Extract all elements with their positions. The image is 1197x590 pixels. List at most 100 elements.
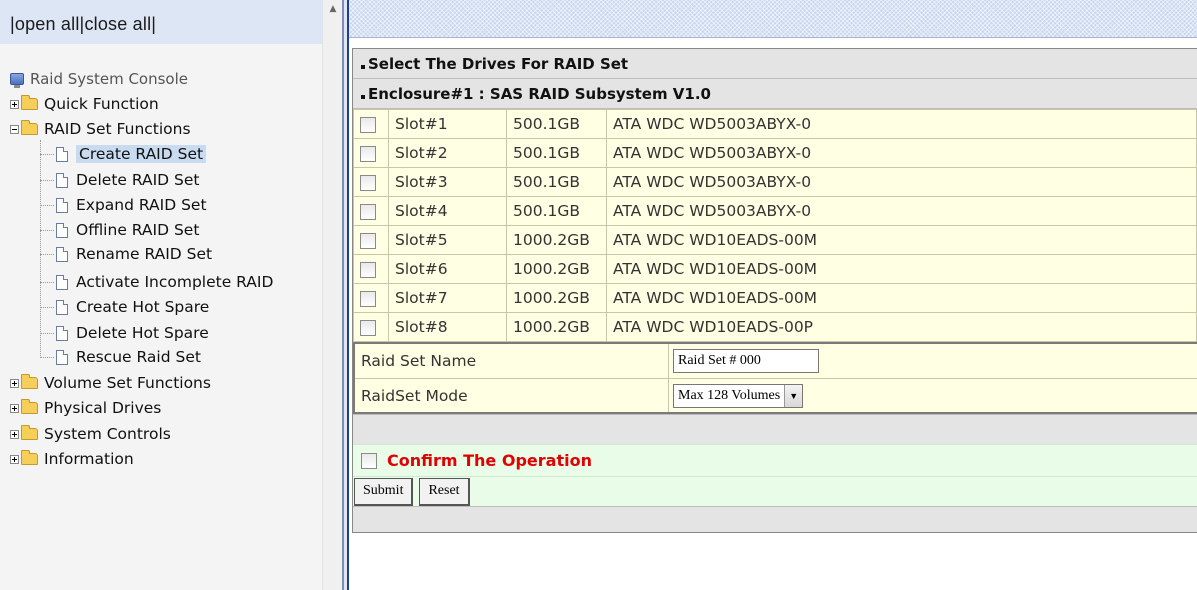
navigation-pane: |open all|close all| Raid System Console… — [0, 0, 322, 590]
content-header-bar — [349, 0, 1197, 38]
nav-scrollbar[interactable]: ▲ — [322, 0, 342, 590]
table-row: Slot#2 500.1GB ATA WDC WD5003ABYX-0 — [353, 138, 1197, 168]
drive-checkbox-cell — [353, 254, 389, 284]
tree-item-activate-incomplete-raid[interactable]: Activate Incomplete RAID — [40, 271, 273, 293]
drive-checkbox-cell — [353, 109, 389, 139]
capacity-cell: 1000.2GB — [506, 254, 607, 284]
tree-item-label: System Controls — [44, 425, 171, 443]
document-icon — [56, 172, 68, 188]
frame-divider[interactable] — [342, 0, 349, 590]
tree-item-information[interactable]: Information — [10, 448, 134, 470]
raid-set-name-cell — [669, 344, 1197, 378]
folder-icon — [21, 425, 38, 440]
drive-checkbox[interactable] — [360, 174, 376, 191]
tree-connector — [40, 281, 54, 283]
folder-icon — [21, 399, 38, 414]
raidset-mode-label: RaidSet Mode — [355, 379, 669, 412]
raidset-mode-row: RaidSet Mode Max 128 Volumes ▼ — [355, 378, 1197, 412]
tree-item-delete-raid-set[interactable]: Delete RAID Set — [40, 169, 200, 191]
drive-checkbox[interactable] — [360, 319, 376, 336]
model-cell: ATA WDC WD10EADS-00M — [606, 254, 1197, 284]
bullet-icon — [361, 64, 365, 69]
drive-checkbox[interactable] — [360, 232, 376, 249]
tree-item-rename-raid-set[interactable]: Rename RAID Set — [40, 243, 212, 265]
tree-item-label: Physical Drives — [44, 399, 162, 417]
slot-cell: Slot#7 — [388, 283, 507, 313]
tree-item-physical-drives[interactable]: Physical Drives — [10, 397, 161, 419]
drive-checkbox[interactable] — [360, 203, 376, 220]
raid-set-name-row: Raid Set Name — [355, 344, 1197, 378]
tree-item-raid-set-functions[interactable]: RAID Set Functions — [10, 118, 191, 140]
tree-expand-icon[interactable] — [10, 99, 19, 109]
document-icon — [56, 299, 68, 315]
tree-item-create-raid-set[interactable]: Create RAID Set — [40, 143, 207, 165]
computer-icon — [10, 73, 24, 88]
slot-cell: Slot#6 — [388, 254, 507, 284]
reset-button[interactable]: Reset — [419, 477, 470, 506]
tree-item-label: Information — [44, 450, 134, 468]
tree-root[interactable]: Raid System Console — [10, 68, 188, 90]
drive-checkbox[interactable] — [360, 261, 376, 278]
tree-connector — [40, 179, 54, 181]
folder-icon — [21, 95, 38, 110]
open-all-link[interactable]: open all — [15, 14, 80, 34]
raidset-mode-value: Max 128 Volumes — [678, 387, 781, 403]
tree-expand-icon[interactable] — [10, 403, 19, 413]
document-icon — [56, 274, 68, 290]
confirm-checkbox[interactable] — [361, 452, 377, 469]
drive-checkbox-cell — [353, 225, 389, 255]
table-row: Slot#7 1000.2GB ATA WDC WD10EADS-00M — [353, 283, 1197, 313]
tree-item-expand-raid-set[interactable]: Expand RAID Set — [40, 194, 207, 216]
confirm-label: Confirm The Operation — [387, 451, 592, 470]
content-pane: Select The Drives For RAID Set Enclosure… — [349, 0, 1197, 590]
tree-item-system-controls[interactable]: System Controls — [10, 423, 171, 445]
tree-expand-icon[interactable] — [10, 378, 19, 388]
tree-item-label: Rename RAID Set — [76, 245, 213, 263]
tree-connector — [40, 306, 54, 308]
tree-item-volume-set-functions[interactable]: Volume Set Functions — [10, 372, 211, 394]
tree-item-quick-function[interactable]: Quick Function — [10, 93, 159, 115]
tree-connector — [40, 332, 54, 334]
tree-item-rescue-raid-set[interactable]: Rescue Raid Set — [40, 346, 201, 368]
tree-item-offline-raid-set[interactable]: Offline RAID Set — [40, 219, 199, 241]
close-all-link[interactable]: close all — [84, 14, 151, 34]
table-row: Slot#8 1000.2GB ATA WDC WD10EADS-00P — [353, 312, 1197, 342]
tree-item-label: Create RAID Set — [76, 145, 207, 163]
tree-connector — [40, 153, 54, 155]
slot-cell: Slot#3 — [388, 167, 507, 197]
document-icon — [56, 146, 68, 162]
drive-checkbox-cell — [353, 138, 389, 168]
drive-checkbox[interactable] — [360, 290, 376, 307]
slot-cell: Slot#4 — [388, 196, 507, 226]
raidset-mode-select[interactable]: Max 128 Volumes ▼ — [673, 383, 804, 408]
submit-button[interactable]: Submit — [354, 477, 414, 506]
tree-connector — [40, 253, 54, 255]
raid-set-name-input[interactable] — [673, 349, 819, 373]
tree-item-delete-hot-spare[interactable]: Delete Hot Spare — [40, 322, 209, 344]
table-row: Slot#1 500.1GB ATA WDC WD5003ABYX-0 — [353, 109, 1197, 139]
folder-icon — [21, 450, 38, 465]
capacity-cell: 1000.2GB — [506, 225, 607, 255]
drive-checkbox-cell — [353, 312, 389, 342]
model-cell: ATA WDC WD5003ABYX-0 — [606, 109, 1197, 139]
button-row: Submit Reset — [353, 476, 1197, 506]
tree-root-label: Raid System Console — [30, 70, 188, 88]
tree-collapse-icon[interactable] — [10, 124, 19, 134]
document-icon — [56, 325, 68, 341]
table-row: Slot#5 1000.2GB ATA WDC WD10EADS-00M — [353, 225, 1197, 255]
tree-connector — [40, 356, 54, 358]
tree-item-label: Offline RAID Set — [76, 221, 200, 239]
slot-cell: Slot#8 — [388, 312, 507, 342]
tree-expand-icon[interactable] — [10, 429, 19, 439]
tree-connector — [40, 229, 54, 231]
drive-checkbox[interactable] — [360, 116, 376, 133]
bullet-icon — [361, 94, 365, 99]
scroll-up-arrow-icon[interactable]: ▲ — [323, 0, 343, 18]
tree-expand-icon[interactable] — [10, 454, 19, 464]
tree-item-create-hot-spare[interactable]: Create Hot Spare — [40, 296, 209, 318]
dropdown-arrow-icon[interactable]: ▼ — [784, 384, 803, 407]
tree-item-label: Delete Hot Spare — [76, 324, 209, 342]
folder-icon — [21, 120, 38, 135]
drive-checkbox[interactable] — [360, 145, 376, 162]
confirm-row: Confirm The Operation — [353, 444, 1197, 476]
